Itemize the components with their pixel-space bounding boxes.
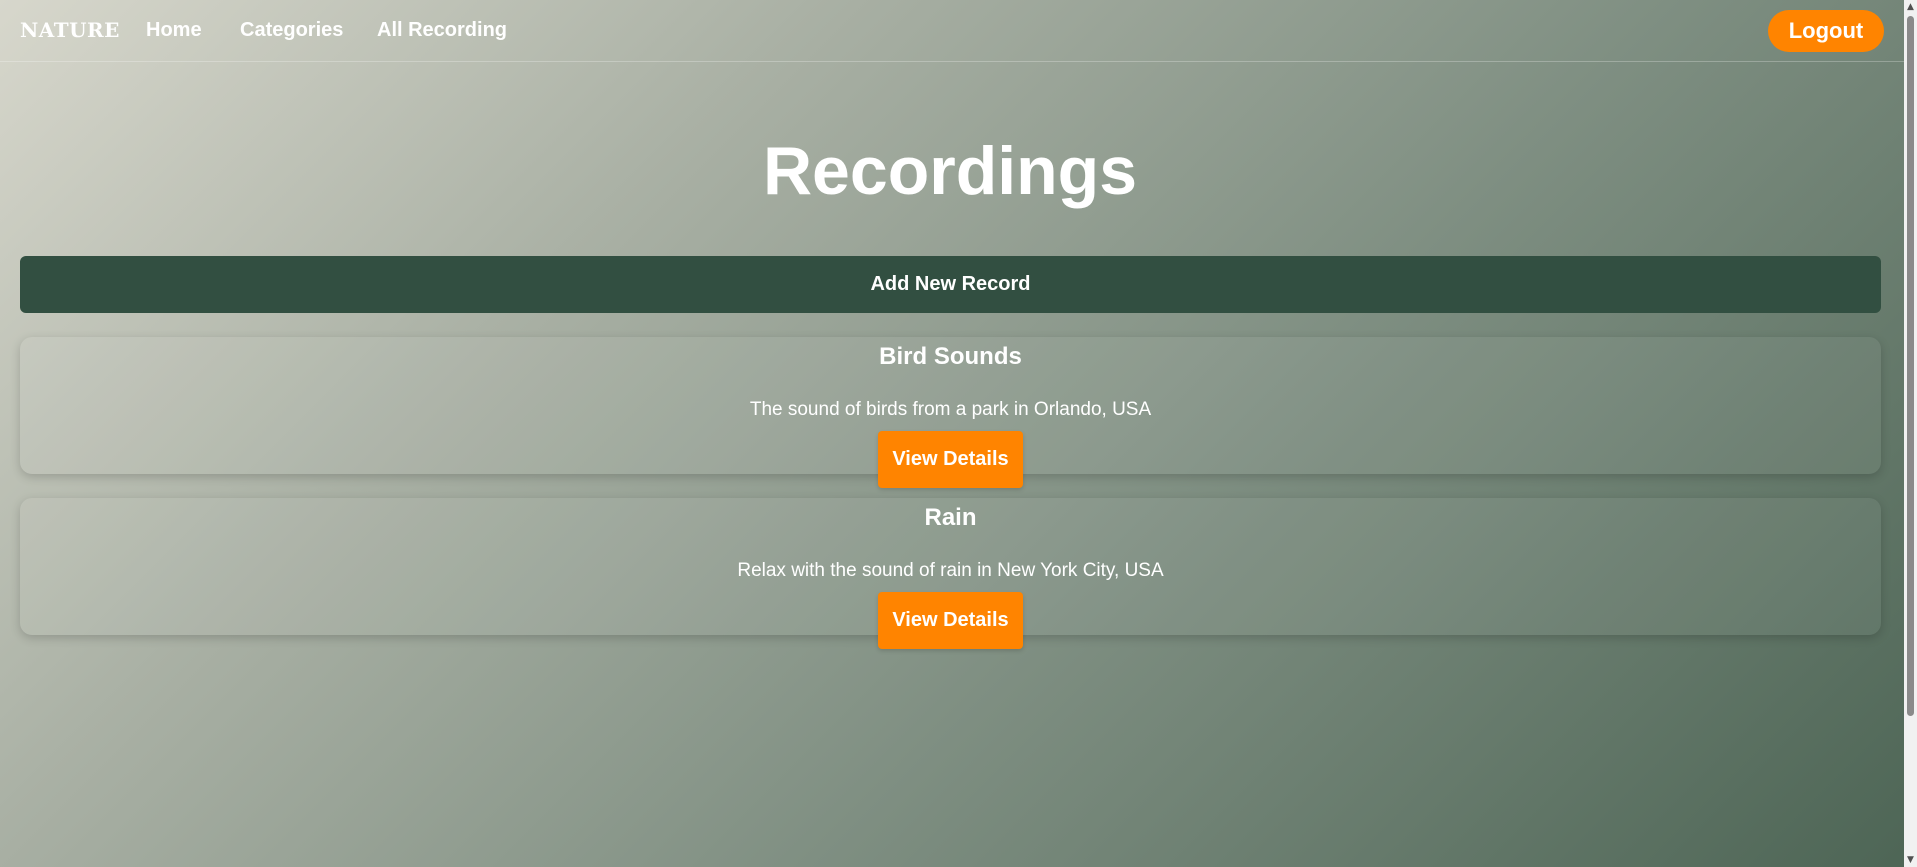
brand-logo[interactable]: NATURE xyxy=(20,18,120,42)
add-new-record-button[interactable]: Add New Record xyxy=(20,256,1881,313)
navbar: NATURE Home Categories All Recording Log… xyxy=(0,0,1905,62)
nav-link-all-recording[interactable]: All Recording xyxy=(377,19,507,42)
page-title: Recordings xyxy=(762,133,1138,209)
scrollbar-thumb[interactable] xyxy=(1907,16,1914,716)
vertical-scrollbar[interactable]: ▲ ▼ xyxy=(1904,0,1917,867)
recording-card: Rain Relax with the sound of rain in New… xyxy=(20,498,1881,649)
scroll-up-icon[interactable]: ▲ xyxy=(1904,0,1917,14)
recording-title: Rain xyxy=(924,504,977,531)
logout-button[interactable]: Logout xyxy=(1768,10,1884,52)
view-details-button[interactable]: View Details xyxy=(878,592,1023,649)
nav-link-categories[interactable]: Categories xyxy=(240,19,343,42)
scroll-down-icon[interactable]: ▼ xyxy=(1904,853,1917,867)
recording-description: The sound of birds from a park in Orland… xyxy=(749,399,1152,420)
nav-link-home[interactable]: Home xyxy=(146,19,202,42)
view-details-button[interactable]: View Details xyxy=(878,431,1023,488)
recording-title: Bird Sounds xyxy=(879,343,1022,370)
recording-description: Relax with the sound of rain in New York… xyxy=(737,560,1164,581)
recording-card: Bird Sounds The sound of birds from a pa… xyxy=(20,337,1881,488)
